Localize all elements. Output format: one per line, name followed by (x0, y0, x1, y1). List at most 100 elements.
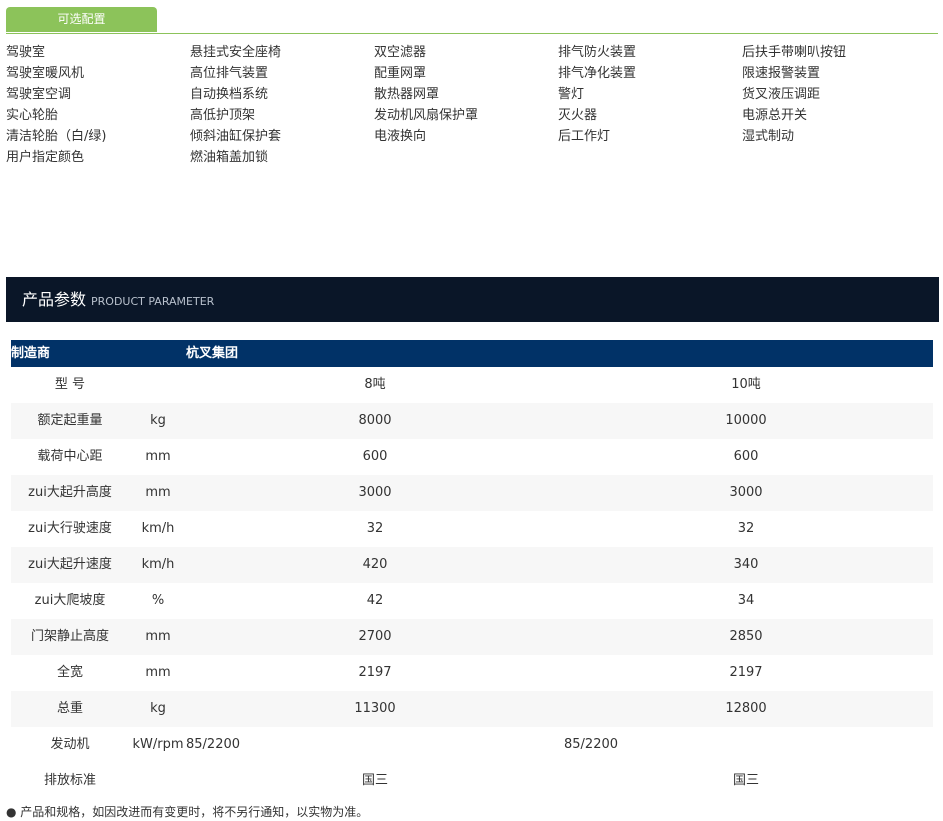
table-row-engine: 发动机 kW/rpm 85/2200 85/2200 (11, 727, 933, 763)
table-row: zui大爬坡度 % 42 34 (11, 583, 933, 619)
option-item: 驾驶室暖风机 (6, 66, 85, 81)
param-unit: mm (145, 485, 171, 500)
param-value-2: 34 (737, 593, 755, 608)
option-item: 灭火器 (558, 108, 598, 123)
param-name: 排放标准 (43, 773, 96, 788)
option-item: 燃油箱盖加锁 (190, 150, 269, 165)
param-unit: mm (145, 449, 171, 464)
param-value-2: 12800 (725, 701, 767, 716)
param-value-2: 国三 (732, 773, 759, 788)
param-name: 额定起重量 (37, 413, 103, 428)
options-column-4: 排气防火装置 排气净化装置 警灯 灭火器 后工作灯 (558, 42, 742, 147)
option-item: 倾斜油缸保护套 (190, 129, 282, 144)
param-unit: km/h (141, 557, 175, 572)
option-item: 散热器网罩 (374, 87, 440, 102)
option-item: 发动机风扇保护罩 (374, 108, 479, 123)
table-header-row: 制造商 杭叉集团 (11, 340, 933, 367)
param-unit: mm (145, 629, 171, 644)
param-unit: mm (145, 665, 171, 680)
param-value-2: 32 (737, 521, 755, 536)
param-value-2: 10吨 (731, 377, 761, 392)
param-value-1: 8吨 (364, 377, 386, 392)
param-value-1: 11300 (354, 701, 396, 716)
param-value-2: 600 (733, 449, 759, 464)
section-subtitle: PRODUCT PARAMETER (91, 295, 215, 308)
param-value-1: 2197 (358, 665, 392, 680)
option-item: 后工作灯 (558, 129, 611, 144)
option-item: 排气防火装置 (558, 45, 637, 60)
param-name: 发动机 (50, 737, 90, 752)
param-unit: km/h (141, 521, 175, 536)
option-item: 高低护顶架 (190, 108, 256, 123)
table-row: 型 号 8吨 10吨 (11, 367, 933, 403)
manufacturer-label: 制造商 (11, 346, 51, 361)
param-name: zui大起升速度 (28, 557, 112, 572)
option-item: 湿式制动 (742, 129, 795, 144)
footnote: ● 产品和规格，如因改进而有变更时，将不另行通知，以实物为准。 (6, 805, 369, 819)
param-value-1: 2700 (358, 629, 392, 644)
param-name: 总重 (56, 701, 83, 716)
section-title: 产品参数 PRODUCT PARAMETER (22, 277, 214, 322)
options-column-3: 双空滤器 配重网罩 散热器网罩 发动机风扇保护罩 电液换向 (374, 42, 558, 147)
option-item: 驾驶室空调 (6, 87, 72, 102)
param-name: 载荷中心距 (37, 449, 103, 464)
option-item: 双空滤器 (374, 45, 427, 60)
option-item: 实心轮胎 (6, 108, 59, 123)
option-item: 限速报警装置 (742, 66, 821, 81)
option-item: 排气净化装置 (558, 66, 637, 81)
param-value-2: 2197 (729, 665, 763, 680)
table-row-emission: 排放标准 国三 国三 (11, 763, 933, 799)
param-value-1: 600 (362, 449, 388, 464)
param-name: zui大爬坡度 (34, 593, 106, 608)
param-name: zui大起升高度 (28, 485, 112, 500)
option-item: 电液换向 (374, 129, 427, 144)
section-title-text: 产品参数 (22, 290, 87, 309)
option-item: 自动换档系统 (190, 87, 269, 102)
table-row: 载荷中心距 mm 600 600 (11, 439, 933, 475)
options-tab-bar: 可选配置 (6, 7, 938, 34)
param-name: 型 号 (54, 377, 86, 392)
option-item: 清洁轮胎（白/绿) (6, 129, 107, 144)
table-row: 额定起重量 kg 8000 10000 (11, 403, 933, 439)
options-column-5: 后扶手带喇叭按钮 限速报警装置 货叉液压调距 电源总开关 湿式制动 (742, 42, 926, 147)
options-column-1: 驾驶室 驾驶室暖风机 驾驶室空调 实心轮胎 清洁轮胎（白/绿) 用户指定颜色 (6, 42, 190, 168)
table-row: zui大起升高度 mm 3000 3000 (11, 475, 933, 511)
param-value-1: 国三 (361, 773, 388, 788)
option-item: 悬挂式安全座椅 (190, 45, 282, 60)
table-row: zui大起升速度 km/h 420 340 (11, 547, 933, 583)
options-column-2: 悬挂式安全座椅 高位排气装置 自动换档系统 高低护顶架 倾斜油缸保护套 燃油箱盖… (190, 42, 374, 168)
param-name: 门架静止高度 (30, 629, 109, 644)
param-unit: kW/rpm (132, 737, 184, 752)
param-value-1: 420 (362, 557, 388, 572)
manufacturer-value: 杭叉集团 (186, 346, 239, 361)
option-item: 电源总开关 (742, 108, 808, 123)
param-value-1: 85/2200 (186, 737, 241, 752)
param-value-2: 2850 (729, 629, 763, 644)
param-value-1: 8000 (358, 413, 392, 428)
param-name: 全宽 (56, 665, 83, 680)
option-item: 用户指定颜色 (6, 150, 85, 165)
spec-table: 制造商 杭叉集团 型 号 8吨 10吨 额定起重量 kg 8000 10000 … (11, 340, 933, 799)
param-value-2: 10000 (725, 413, 767, 428)
param-unit: % (151, 593, 165, 608)
param-name: zui大行驶速度 (28, 521, 112, 536)
product-parameter-header: 产品参数 PRODUCT PARAMETER (6, 277, 939, 322)
option-item: 高位排气装置 (190, 66, 269, 81)
tab-optional-config[interactable]: 可选配置 (6, 7, 157, 32)
table-row: 门架静止高度 mm 2700 2850 (11, 619, 933, 655)
option-item: 后扶手带喇叭按钮 (742, 45, 847, 60)
option-item: 货叉液压调距 (742, 87, 821, 102)
param-value-2: 3000 (729, 485, 763, 500)
param-value-2: 340 (733, 557, 759, 572)
param-unit: kg (150, 413, 166, 428)
param-value-1: 42 (366, 593, 384, 608)
option-item: 警灯 (558, 87, 585, 102)
table-row: 全宽 mm 2197 2197 (11, 655, 933, 691)
param-value-1: 32 (366, 521, 384, 536)
option-item: 配重网罩 (374, 66, 427, 81)
option-item: 驾驶室 (6, 45, 46, 60)
param-unit: kg (150, 701, 166, 716)
param-value-2: 85/2200 (564, 737, 619, 752)
table-row: 总重 kg 11300 12800 (11, 691, 933, 727)
param-value-1: 3000 (358, 485, 392, 500)
